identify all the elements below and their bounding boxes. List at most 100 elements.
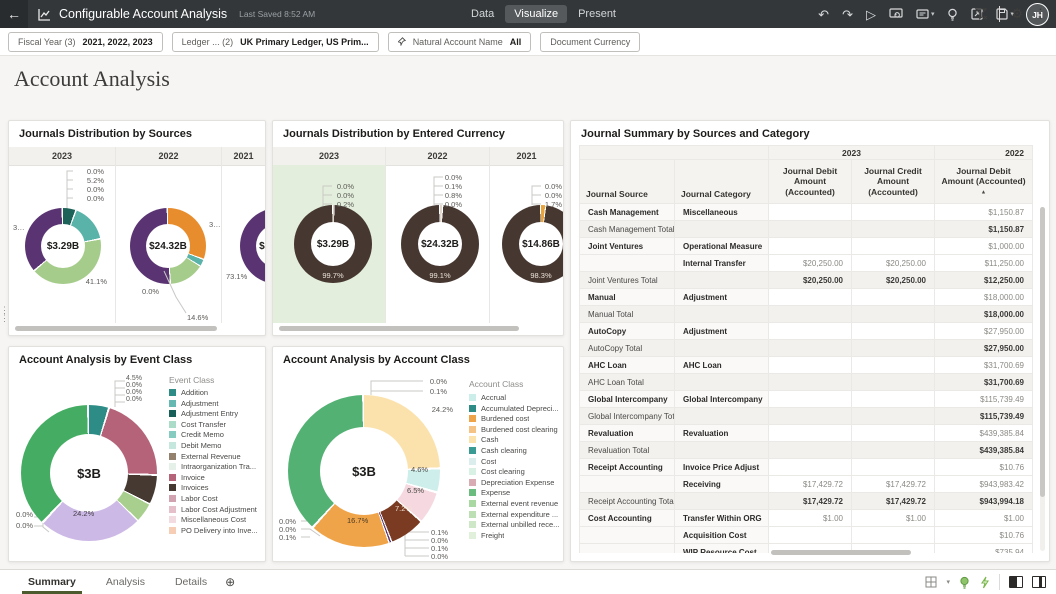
legend-item[interactable]: Accrual xyxy=(469,394,559,401)
table-row[interactable]: Cash Management Miscellaneous $1,150.87 xyxy=(580,204,1033,221)
col-header-debit-2023[interactable]: Journal Debit Amount (Accounted) xyxy=(769,160,852,204)
col-header-journal-source[interactable]: Journal Source xyxy=(580,160,675,204)
back-button[interactable]: ← xyxy=(0,0,28,28)
legend-item[interactable]: Miscellaneous Cost xyxy=(169,516,258,523)
refresh-data-icon[interactable] xyxy=(889,8,903,20)
legend-item[interactable]: Burdened cost xyxy=(469,415,559,422)
legend-item[interactable]: Labor Cost Adjustment xyxy=(169,506,258,513)
legend-item[interactable]: Addition xyxy=(169,389,258,396)
cell-debit-2023: $17,429.72 xyxy=(769,493,852,510)
horizontal-scrollbar[interactable] xyxy=(279,326,549,331)
redo-icon[interactable]: ↷ xyxy=(842,8,853,21)
legend-item[interactable]: Debit Memo xyxy=(169,442,258,449)
table-row[interactable]: Manual Adjustment $18,000.00 xyxy=(580,289,1033,306)
table-row[interactable]: Joint Ventures Operational Measure $1,00… xyxy=(580,238,1033,255)
right-panel-toggle-icon[interactable] xyxy=(1032,576,1046,588)
cell-debit-2023 xyxy=(769,527,852,544)
left-panel-toggle-icon[interactable] xyxy=(1009,576,1023,588)
preview-play-icon[interactable]: ▷ xyxy=(866,8,876,21)
table-row[interactable]: Internal Transfer $20,250.00 $20,250.00 … xyxy=(580,255,1033,272)
sort-asc-icon[interactable]: ▲ xyxy=(981,189,986,195)
table-row[interactable]: Cash Management Total $1,150.87 xyxy=(580,221,1033,238)
legend-item[interactable]: Depreciation Expense xyxy=(469,479,559,486)
legend-item[interactable]: Cost clearing xyxy=(469,468,559,475)
table-row[interactable]: Receipt Accounting Invoice Price Adjust … xyxy=(580,459,1033,476)
donut-sources-2023[interactable]: $3.29B xyxy=(25,208,101,284)
mode-tab[interactable]: Visualize xyxy=(505,5,567,23)
legend-item[interactable]: External Revenue xyxy=(169,453,258,460)
limit-values-funnel-icon[interactable] xyxy=(975,8,988,20)
table-row[interactable]: Manual Total $18,000.00 xyxy=(580,306,1033,323)
donut-currency-2023[interactable]: $3.29B 99.7% xyxy=(294,205,372,283)
donut-currency-2021[interactable]: $14.86B 98.3% xyxy=(502,205,563,283)
table-row[interactable]: AutoCopy Adjustment $27,950.00 xyxy=(580,323,1033,340)
horizontal-scrollbar[interactable] xyxy=(15,326,251,331)
add-canvas-icon[interactable]: ⊕ xyxy=(225,575,235,589)
filter-pill[interactable]: Document Currency xyxy=(540,32,640,52)
legend-item[interactable]: Labor Cost xyxy=(169,495,258,502)
canvas-layout-grid-icon[interactable] xyxy=(925,576,937,588)
table-row[interactable]: Receipt Accounting Total $17,429.72 $17,… xyxy=(580,493,1033,510)
table-row[interactable]: Cost Accounting Transfer Within ORG $1.0… xyxy=(580,510,1033,527)
mode-tab[interactable]: Data xyxy=(462,5,503,23)
col-header-journal-category[interactable]: Journal Category xyxy=(675,160,769,204)
table-row[interactable]: Global Intercompany Total $115,739.49 xyxy=(580,408,1033,425)
insights-bulb-icon[interactable] xyxy=(947,8,958,21)
vertical-scrollbar[interactable] xyxy=(1040,207,1045,551)
table-row[interactable]: Revaluation Revaluation $439,385.84 xyxy=(580,425,1033,442)
table-row[interactable]: AHC Loan Total $31,700.69 xyxy=(580,374,1033,391)
donut-currency-2022[interactable]: $24.32B 99.1% xyxy=(401,205,479,283)
donut-event-class[interactable]: $3B xyxy=(21,405,157,541)
canvas-tab[interactable]: Analysis xyxy=(106,570,145,594)
kebab-menu-icon[interactable]: ⋮ xyxy=(1034,6,1047,22)
legend-item[interactable]: Cost xyxy=(469,458,559,465)
col-header-credit-2023[interactable]: Journal Credit Amount (Accounted) xyxy=(852,160,935,204)
pct-label: 0.1% xyxy=(279,533,296,542)
table-row[interactable]: AHC Loan AHC Loan $31,700.69 xyxy=(580,357,1033,374)
undo-icon[interactable]: ↶ xyxy=(818,8,829,21)
legend-item[interactable]: External expenditure ... xyxy=(469,511,559,518)
canvas-tab[interactable]: Details xyxy=(175,570,207,594)
table-row[interactable]: AutoCopy Total $27,950.00 xyxy=(580,340,1033,357)
legend-item[interactable]: Credit Memo xyxy=(169,431,258,438)
table-row[interactable]: Joint Ventures Total $20,250.00 $20,250.… xyxy=(580,272,1033,289)
auto-insights-bulb-icon[interactable] xyxy=(959,576,970,589)
assistant-spark-icon[interactable] xyxy=(979,576,990,589)
legend-item[interactable]: External event revenue xyxy=(469,500,559,507)
filter-pill[interactable]: Ledger ... (2) UK Primary Ledger, US Pri… xyxy=(172,32,379,52)
table-row[interactable]: Revaluation Total $439,385.84 xyxy=(580,442,1033,459)
legend-item[interactable]: Adjustment Entry xyxy=(169,410,258,417)
legend-item[interactable]: Invoice xyxy=(169,474,258,481)
legend-item[interactable]: External unbilled rece... xyxy=(469,521,559,528)
filter-pill[interactable]: Natural Account Name All xyxy=(388,32,532,52)
legend-item[interactable]: Cost Transfer xyxy=(169,421,258,428)
legend-item[interactable]: Freight xyxy=(469,532,559,539)
legend-item[interactable]: Intraorganization Tra... xyxy=(169,463,258,470)
legend-item[interactable]: Burdened cost clearing xyxy=(469,426,559,433)
canvas-tab[interactable]: Summary xyxy=(28,570,76,594)
settings-gear-icon[interactable]: ⚙ xyxy=(1011,6,1023,22)
table-row[interactable]: Receiving $17,429.72 $17,429.72 $943,983… xyxy=(580,476,1033,493)
pct-label: 0.1% xyxy=(430,387,447,396)
legend-item[interactable]: Expense xyxy=(469,489,559,496)
comments-icon[interactable]: ▾ xyxy=(916,9,935,20)
cell-journal-source xyxy=(580,476,675,493)
window-grip-handle[interactable]: ⋮⋮⋮⋮ xyxy=(0,306,8,322)
legend-item[interactable]: Cash clearing xyxy=(469,447,559,454)
filter-pill[interactable]: Fiscal Year (3) 2021, 2022, 2023 xyxy=(8,32,163,52)
mode-tab[interactable]: Present xyxy=(569,5,625,23)
legend-item[interactable]: Accumulated Depreci... xyxy=(469,405,559,412)
legend-item[interactable]: Adjustment xyxy=(169,400,258,407)
table-row[interactable]: Acquisition Cost $10.76 xyxy=(580,527,1033,544)
col-header-debit-2022[interactable]: Journal Debit Amount (Accounted) ▲ xyxy=(935,160,1033,204)
cell-journal-source: Global Intercompany xyxy=(580,391,675,408)
cell-debit-2023 xyxy=(769,374,852,391)
legend-item[interactable]: Invoices xyxy=(169,484,258,491)
cell-debit-2023: $20,250.00 xyxy=(769,255,852,272)
legend-item[interactable]: Cash xyxy=(469,436,559,443)
table-row[interactable]: Global Intercompany Global Intercompany … xyxy=(580,391,1033,408)
legend-item[interactable]: PO Delivery into Inve... xyxy=(169,527,258,534)
horizontal-scrollbar[interactable] xyxy=(579,550,1033,555)
layout-caret-icon[interactable]: ▾ xyxy=(946,578,950,586)
card-journals-by-sources: Journals Distribution by Sources 2023 $3… xyxy=(8,120,266,336)
